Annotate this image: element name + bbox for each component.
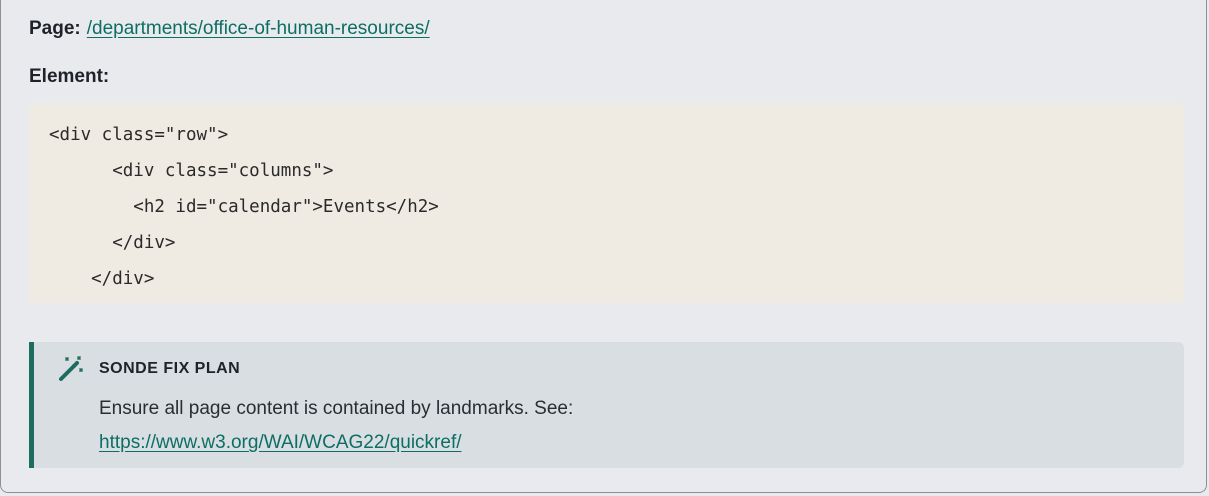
magic-wand-icon — [59, 356, 83, 381]
fix-plan-text: Ensure all page content is contained by … — [99, 398, 574, 419]
code-line: <h2 id="calendar">Events</h2> — [49, 197, 439, 217]
element-label: Element: — [29, 66, 110, 87]
code-line: </div> — [49, 233, 176, 253]
issue-panel: Page: /departments/office-of-human-resou… — [0, 0, 1207, 493]
page-row: Page: /departments/office-of-human-resou… — [29, 18, 430, 40]
code-line: <div class="columns"> — [49, 161, 334, 181]
code-line: <div class="row"> — [49, 125, 229, 145]
code-line: </div> — [49, 269, 155, 289]
page-link[interactable]: /departments/office-of-human-resources/ — [87, 18, 430, 40]
fix-plan-title: SONDE FIX PLAN — [99, 360, 241, 377]
fix-plan-box: SONDE FIX PLAN Ensure all page content i… — [29, 342, 1184, 468]
fix-plan-link[interactable]: https://www.w3.org/WAI/WCAG22/quickref/ — [99, 432, 462, 453]
page-label: Page: — [29, 18, 81, 39]
fix-plan-body: Ensure all page content is contained by … — [99, 392, 1159, 460]
code-block: <div class="row"> <div class="columns"> … — [29, 103, 1184, 303]
